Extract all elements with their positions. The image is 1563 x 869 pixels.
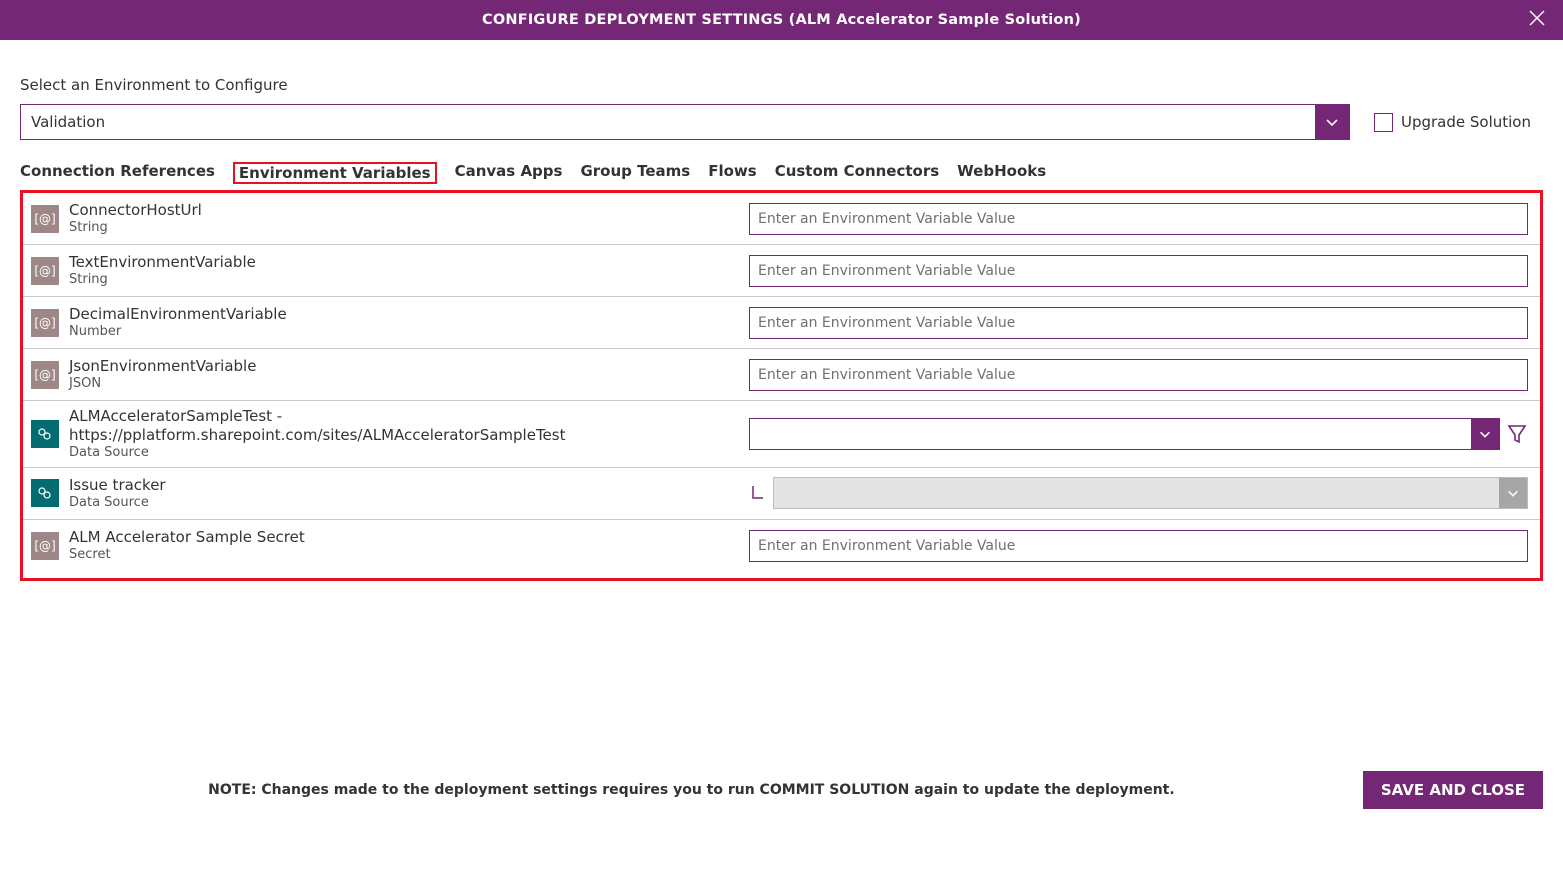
variable-icon: [@] xyxy=(31,309,59,337)
variable-row: ALMAcceleratorSampleTest - https://pplat… xyxy=(23,401,1540,468)
environment-dropdown[interactable]: Validation xyxy=(20,104,1350,140)
save-and-close-button[interactable]: SAVE AND CLOSE xyxy=(1363,771,1543,809)
variable-type: Data Source xyxy=(69,495,749,511)
variable-value-input[interactable] xyxy=(749,255,1528,287)
environment-selected: Validation xyxy=(21,113,1315,131)
variable-name: DecimalEnvironmentVariable xyxy=(69,305,749,324)
variable-name: ConnectorHostUrl xyxy=(69,201,749,220)
close-icon[interactable] xyxy=(1527,8,1547,32)
variable-row: [@] TextEnvironmentVariable String xyxy=(23,245,1540,297)
tab-environment-variables[interactable]: Environment Variables xyxy=(233,162,437,184)
filter-icon[interactable] xyxy=(1506,420,1528,448)
dialog-title: CONFIGURE DEPLOYMENT SETTINGS (ALM Accel… xyxy=(482,12,1081,28)
variable-icon: [@] xyxy=(31,205,59,233)
environment-variables-panel: [@] ConnectorHostUrl String [@] TextEnvi… xyxy=(20,190,1543,581)
footer-note: NOTE: Changes made to the deployment set… xyxy=(20,782,1363,798)
variable-name: ALM Accelerator Sample Secret xyxy=(69,528,749,547)
chevron-down-icon xyxy=(1471,419,1499,449)
variable-row: [@] ConnectorHostUrl String xyxy=(23,193,1540,245)
variable-value-input[interactable] xyxy=(749,530,1528,562)
variable-value-input[interactable] xyxy=(749,359,1528,391)
tab-group-teams[interactable]: Group Teams xyxy=(580,162,690,184)
variable-value-input[interactable] xyxy=(749,203,1528,235)
sharepoint-icon xyxy=(31,479,59,507)
variable-name: TextEnvironmentVariable xyxy=(69,253,749,272)
variable-name: Issue tracker xyxy=(69,476,749,495)
variable-icon: [@] xyxy=(31,361,59,389)
variable-icon: [@] xyxy=(31,257,59,285)
variable-value-select-disabled xyxy=(773,477,1528,509)
variable-type: String xyxy=(69,220,749,236)
variable-type: String xyxy=(69,272,749,288)
tabs-bar: Connection References Environment Variab… xyxy=(20,162,1543,184)
upgrade-solution-checkbox[interactable] xyxy=(1374,113,1393,132)
variable-name: ALMAcceleratorSampleTest - https://pplat… xyxy=(69,407,749,445)
variable-row: [@] DecimalEnvironmentVariable Number xyxy=(23,297,1540,349)
environment-label: Select an Environment to Configure xyxy=(20,76,1543,94)
chevron-down-icon xyxy=(1499,478,1527,508)
sharepoint-icon xyxy=(31,420,59,448)
tree-connector-icon xyxy=(749,484,767,502)
variable-row: Issue tracker Data Source xyxy=(23,468,1540,520)
tab-flows[interactable]: Flows xyxy=(708,162,756,184)
tab-webhooks[interactable]: WebHooks xyxy=(957,162,1046,184)
variable-type: Number xyxy=(69,324,749,340)
tab-connection-references[interactable]: Connection References xyxy=(20,162,215,184)
variable-type: JSON xyxy=(69,376,749,392)
variable-value-input[interactable] xyxy=(749,307,1528,339)
variable-value-select[interactable] xyxy=(749,418,1500,450)
footer-bar: NOTE: Changes made to the deployment set… xyxy=(0,771,1563,809)
variable-type: Data Source xyxy=(69,445,749,461)
tab-canvas-apps[interactable]: Canvas Apps xyxy=(455,162,563,184)
variable-row: [@] JsonEnvironmentVariable JSON xyxy=(23,349,1540,401)
variable-row: [@] ALM Accelerator Sample Secret Secret xyxy=(23,520,1540,572)
variable-name: JsonEnvironmentVariable xyxy=(69,357,749,376)
variable-type: Secret xyxy=(69,547,749,563)
dialog-header: CONFIGURE DEPLOYMENT SETTINGS (ALM Accel… xyxy=(0,0,1563,40)
upgrade-solution-label: Upgrade Solution xyxy=(1401,113,1531,131)
tab-custom-connectors[interactable]: Custom Connectors xyxy=(775,162,939,184)
chevron-down-icon xyxy=(1315,105,1349,139)
variable-icon: [@] xyxy=(31,532,59,560)
